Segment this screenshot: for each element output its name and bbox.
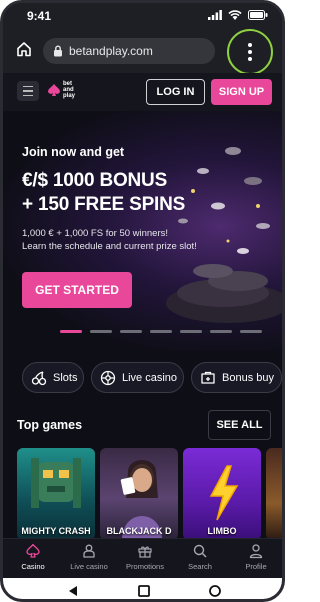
hero-description: 1,000 € + 1,000 FS for 50 winners! Learn… (22, 227, 262, 253)
nav-tab-promotions[interactable]: Promotions (117, 543, 173, 571)
signal-icon (208, 10, 222, 20)
pager-dot[interactable] (180, 330, 202, 333)
hero-banner[interactable]: Join now and get €/$ 1000 BONUS + 150 FR… (3, 111, 282, 351)
category-label: Bonus buy (222, 371, 274, 384)
pager-dot[interactable] (120, 330, 142, 333)
pager-dot[interactable] (210, 330, 232, 333)
nav-tab-live-casino[interactable]: Live casino (61, 543, 117, 571)
bonus-buy-icon (201, 371, 215, 384)
pager-dot[interactable] (240, 330, 262, 333)
game-card[interactable]: MIGHTY CRASH (17, 448, 95, 540)
nav-tab-label: Promotions (126, 562, 164, 571)
home-circle-icon[interactable] (208, 584, 222, 598)
url-text: betandplay.com (69, 44, 153, 58)
game-card[interactable] (266, 448, 282, 540)
status-icons (208, 10, 268, 20)
game-card[interactable]: LIMBO (183, 448, 261, 540)
browser-menu-button[interactable] (227, 29, 273, 75)
nav-tab-profile[interactable]: Profile (228, 543, 282, 571)
games-carousel: MIGHTY CRASH BLACKJACK D LIMBO (17, 448, 282, 540)
pager-dot[interactable] (60, 330, 82, 333)
browser-bar: betandplay.com (3, 27, 282, 75)
section-title-top-games: Top games (17, 418, 83, 432)
dealer-icon (83, 544, 95, 558)
search-icon (193, 544, 207, 558)
category-label: Slots (53, 371, 78, 384)
kebab-menu-icon (248, 43, 252, 47)
get-started-button[interactable]: GET STARTED (22, 272, 132, 308)
nav-tab-label: Search (188, 562, 212, 571)
game-title: MIGHTY CRASH (21, 526, 91, 536)
game-title: LIMBO (207, 526, 237, 536)
game-title: BLACKJACK D (106, 526, 172, 536)
nav-tab-label: Live casino (70, 562, 108, 571)
category-slots[interactable]: Slots (22, 362, 84, 393)
wifi-icon (228, 10, 242, 20)
lock-icon (54, 45, 62, 57)
hero-desc-line2: Learn the schedule and current prize slo… (22, 241, 197, 252)
logo-text-play: play (63, 93, 76, 99)
category-live-casino[interactable]: Live casino (91, 362, 184, 393)
battery-icon (248, 10, 268, 20)
carousel-pager (60, 330, 262, 333)
see-all-button[interactable]: SEE ALL (208, 410, 271, 440)
hero-kicker: Join now and get (22, 145, 125, 159)
category-bonus-buy[interactable]: Bonus buy (191, 362, 282, 393)
nav-tab-label: Profile (245, 562, 267, 571)
hero-desc-line1: 1,000 € + 1,000 FS for 50 winners! (22, 228, 169, 239)
cherry-icon (31, 370, 47, 385)
nav-tab-label: Casino (21, 562, 45, 571)
nav-tab-search[interactable]: Search (172, 543, 228, 571)
site-header: bet and play LOG IN SIGN UP (3, 73, 282, 111)
home-icon[interactable] (15, 40, 33, 58)
phone-frame: 9:41 betandplay.com bet and play LOG IN … (0, 0, 285, 602)
status-time: 9:41 (27, 9, 52, 23)
system-nav-bar (3, 578, 282, 599)
site-logo[interactable]: bet and play (47, 81, 75, 99)
address-bar[interactable]: betandplay.com (43, 38, 215, 64)
hero-title-line1: €/$ 1000 BONUS (22, 170, 168, 191)
login-button[interactable]: LOG IN (146, 79, 205, 105)
hero-title-line2: + 150 FREE SPINS (22, 194, 186, 215)
pager-dot[interactable] (150, 330, 172, 333)
gift-icon (138, 546, 152, 558)
signup-button[interactable]: SIGN UP (211, 79, 272, 105)
category-label: Live casino (122, 371, 178, 384)
pager-dot[interactable] (90, 330, 112, 333)
overview-icon[interactable] (137, 584, 151, 598)
status-bar: 9:41 (3, 3, 282, 27)
back-icon[interactable] (66, 584, 80, 598)
category-pills: Slots Live casino Bonus buy (22, 362, 282, 394)
game-card[interactable]: BLACKJACK D (100, 448, 178, 540)
hero-title: €/$ 1000 BONUS + 150 FREE SPINS (22, 169, 185, 217)
nav-tab-casino[interactable]: Casino (5, 543, 61, 571)
spade-logo-icon (48, 84, 60, 96)
roulette-icon (100, 370, 116, 385)
profile-icon (249, 544, 263, 559)
spade-icon (26, 543, 40, 558)
hamburger-menu-button[interactable] (17, 81, 39, 101)
bottom-nav: Casino Live casino Promotions Search Pro… (3, 538, 282, 578)
